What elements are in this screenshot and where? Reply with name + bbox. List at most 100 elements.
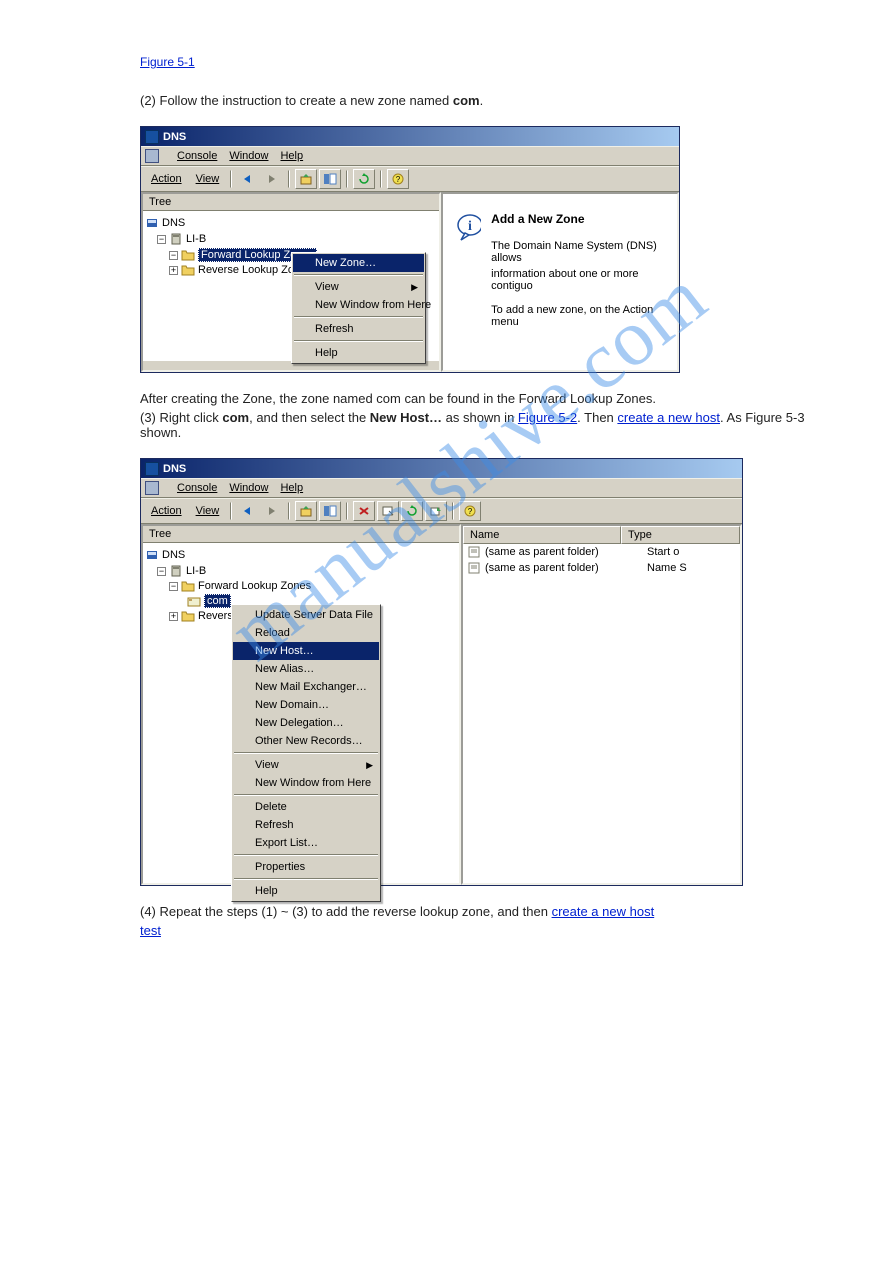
toolbar-view[interactable]: View (190, 170, 226, 188)
menu-window[interactable]: Window (229, 150, 268, 162)
toolbar-2: Action View ? (141, 498, 742, 524)
toolbar-1: Action View ? (141, 166, 679, 192)
ctx-new-window[interactable]: New Window from Here (293, 296, 424, 314)
tree-server[interactable]: − LI-B (157, 563, 457, 579)
ctx-new-delegation[interactable]: New Delegation… (233, 714, 379, 732)
up-button[interactable] (295, 501, 317, 521)
toolbar-sep2 (288, 502, 290, 520)
dns-app-icon (145, 130, 159, 144)
p2d: New Host… (370, 410, 442, 425)
list-row[interactable]: (same as parent folder) Start o (463, 544, 740, 560)
tree-rlz-label: Reverse Lookup Zone (198, 264, 306, 276)
svg-text:i: i (468, 219, 472, 234)
ctx-other-records[interactable]: Other New Records… (233, 732, 379, 750)
refresh-button[interactable] (401, 501, 423, 521)
menu-window[interactable]: Window (229, 482, 268, 494)
collapse-icon[interactable]: − (169, 251, 178, 260)
p2b: com (222, 410, 249, 425)
dns-icon (145, 216, 159, 230)
p4a: (4) Repeat the steps (1) ~ (3) to add th… (140, 904, 552, 919)
forward-button[interactable] (261, 501, 283, 521)
ctx-help[interactable]: Help (293, 344, 424, 362)
create-host-link-2[interactable]: create a new host (552, 904, 655, 919)
expand-icon[interactable]: + (169, 266, 178, 275)
ctx-refresh[interactable]: Refresh (233, 816, 379, 834)
ctx-delete[interactable]: Delete (233, 798, 379, 816)
right-heading: Add a New Zone (491, 212, 665, 226)
ctx-sep (294, 340, 423, 342)
ctx-export[interactable]: Export List… (233, 834, 379, 852)
tree-root[interactable]: DNS (145, 215, 437, 231)
folder-icon (181, 610, 195, 622)
help-button[interactable]: ? (459, 501, 481, 521)
menu-help[interactable]: Help (280, 150, 303, 162)
help-button[interactable]: ? (387, 169, 409, 189)
expand-icon[interactable]: + (169, 612, 178, 621)
toolbar-sep3 (346, 170, 348, 188)
server-icon (169, 564, 183, 578)
toolbar-action[interactable]: Action (145, 502, 188, 520)
tree-server[interactable]: − LI-B (157, 231, 437, 247)
ctx-new-zone[interactable]: New Zone… (293, 254, 424, 272)
tree-flz-label: Forward Lookup Zones (198, 580, 311, 592)
ctx-properties[interactable]: Properties (233, 858, 379, 876)
forward-button[interactable] (261, 169, 283, 189)
export-button[interactable] (425, 501, 447, 521)
collapse-icon[interactable]: − (157, 567, 166, 576)
chevron-right-icon: ▶ (366, 760, 373, 771)
row2-type: Name S (647, 562, 687, 574)
tree-header-1: Tree (143, 194, 439, 211)
back-button[interactable] (237, 169, 259, 189)
tree-root-label: DNS (162, 549, 185, 561)
menu-console[interactable]: Console (177, 482, 217, 494)
p1c: . (480, 93, 484, 108)
records-list: Name Type (same as parent folder) Start … (463, 526, 740, 576)
zone-icon (187, 595, 201, 607)
collapse-icon[interactable]: − (169, 582, 178, 591)
back-button[interactable] (237, 501, 259, 521)
info-icon: i (455, 212, 481, 242)
toolbar-sep2 (288, 170, 290, 188)
record-icon (467, 545, 481, 559)
ctx-new-domain[interactable]: New Domain… (233, 696, 379, 714)
list-row[interactable]: (same as parent folder) Name S (463, 560, 740, 576)
ctx-new-alias[interactable]: New Alias… (233, 660, 379, 678)
collapse-icon[interactable]: − (157, 235, 166, 244)
doc-after1: After creating the Zone, the zone named … (140, 391, 833, 406)
ctx-new-mx[interactable]: New Mail Exchanger… (233, 678, 379, 696)
ctx-help[interactable]: Help (233, 882, 379, 900)
svg-text:?: ? (396, 175, 401, 184)
delete-button[interactable] (353, 501, 375, 521)
menu-help[interactable]: Help (280, 482, 303, 494)
col-type[interactable]: Type (621, 526, 740, 544)
test-link[interactable]: test (140, 923, 161, 938)
p2c: , and then select the (249, 410, 370, 425)
tree-root[interactable]: DNS (145, 547, 457, 563)
tree-flz[interactable]: − Forward Lookup Zones (169, 579, 457, 593)
ctx-view[interactable]: View▶ (293, 278, 424, 296)
folder-icon (181, 249, 195, 261)
ctx-view[interactable]: View▶ (233, 756, 379, 774)
figure-5-2-link[interactable]: Figure 5-2 (518, 410, 577, 425)
ctx-update[interactable]: Update Server Data File (233, 606, 379, 624)
properties-button[interactable] (377, 501, 399, 521)
up-button[interactable] (295, 169, 317, 189)
ctx-refresh[interactable]: Refresh (293, 320, 424, 338)
ctx-new-host[interactable]: New Host… (233, 642, 379, 660)
ctx-sep (234, 752, 378, 754)
show-hide-button[interactable] (319, 169, 341, 189)
col-name[interactable]: Name (463, 526, 621, 544)
right-text-1: The Domain Name System (DNS) allows (491, 240, 665, 264)
figure-5-1-link[interactable]: Figure 5-1 (140, 55, 195, 69)
menu-console[interactable]: Console (177, 150, 217, 162)
toolbar-view[interactable]: View (190, 502, 226, 520)
ctx-reload[interactable]: Reload (233, 624, 379, 642)
row1-type: Start o (647, 546, 679, 558)
toolbar-action[interactable]: Action (145, 170, 188, 188)
tree-server-label: LI-B (186, 233, 206, 245)
refresh-button[interactable] (353, 169, 375, 189)
ctx-new-window[interactable]: New Window from Here (233, 774, 379, 792)
create-host-link[interactable]: create a new host (617, 410, 720, 425)
show-hide-button[interactable] (319, 501, 341, 521)
row2-name: (same as parent folder) (485, 562, 643, 574)
